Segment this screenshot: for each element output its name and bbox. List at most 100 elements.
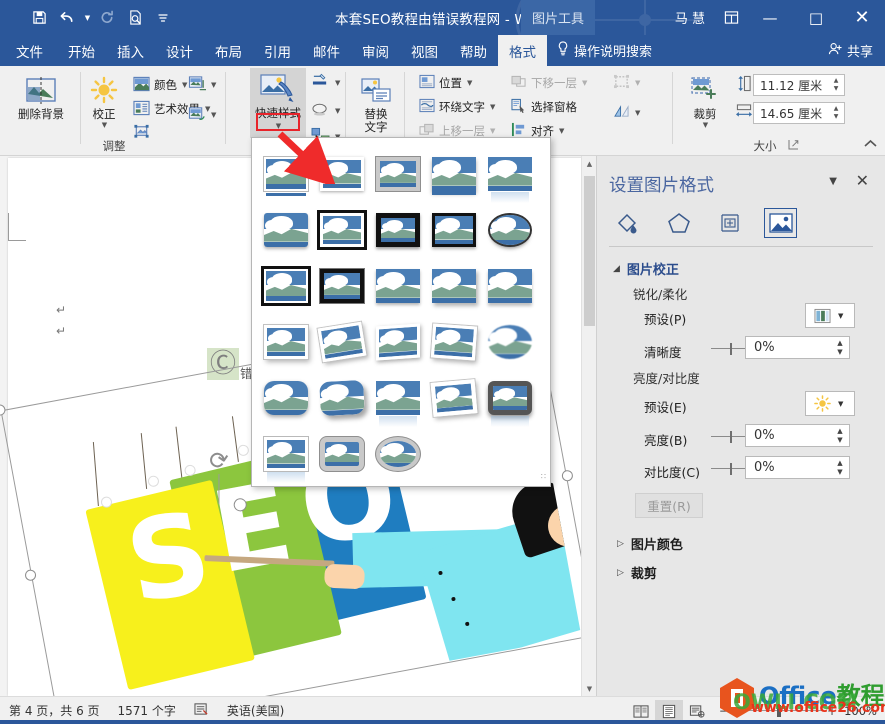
- bring-forward-dropdown-icon[interactable]: ▼: [490, 127, 495, 135]
- sharpness-stepper[interactable]: ▲ ▼: [833, 337, 847, 358]
- picture-effects-dropdown-icon[interactable]: ▼: [335, 107, 340, 115]
- tab-file[interactable]: 文件: [0, 35, 57, 66]
- pane-tab-layout-properties[interactable]: [713, 208, 746, 238]
- section-crop[interactable]: ▷ 裁剪: [617, 563, 657, 582]
- tab-format[interactable]: 格式: [498, 35, 547, 66]
- position-dropdown-icon[interactable]: ▼: [467, 79, 472, 87]
- brightness-presets-dropdown[interactable]: ▼: [805, 391, 855, 416]
- section-picture-corrections[interactable]: ◢ 图片校正: [613, 259, 679, 278]
- contrast-stepper[interactable]: ▲ ▼: [833, 457, 847, 478]
- crop-button[interactable]: 裁剪 ▼: [681, 74, 729, 129]
- gallery-style-item[interactable]: [482, 370, 538, 428]
- redo-icon[interactable]: [94, 5, 120, 31]
- corrections-dropdown-icon[interactable]: ▼: [102, 121, 107, 129]
- tab-design[interactable]: 设计: [155, 35, 204, 66]
- group-dropdown-icon[interactable]: ▼: [635, 79, 640, 87]
- zoom-level[interactable]: 100%: [843, 704, 877, 718]
- pane-options-icon[interactable]: ▼: [829, 176, 837, 187]
- group-objects-button[interactable]: ▼: [610, 72, 643, 94]
- print-layout-icon[interactable]: [654, 700, 683, 722]
- gallery-style-item[interactable]: [482, 146, 538, 204]
- tab-insert[interactable]: 插入: [106, 35, 155, 66]
- tab-layout[interactable]: 布局: [204, 35, 253, 66]
- page-indicator[interactable]: 第 4 页，共 6 页: [0, 702, 109, 719]
- crop-dropdown-icon[interactable]: ▼: [703, 121, 708, 129]
- zoom-slider[interactable]: [734, 705, 821, 717]
- compress-pictures-dropdown-icon[interactable]: ▼: [211, 81, 216, 89]
- undo-dropdown-icon[interactable]: ▼: [82, 5, 92, 31]
- brightness-stepper[interactable]: ▲ ▼: [833, 425, 847, 446]
- customize-quick-access-icon[interactable]: [150, 5, 176, 31]
- gallery-style-item[interactable]: [314, 146, 370, 202]
- corrections-button[interactable]: 校正 ▼: [82, 74, 126, 129]
- section-picture-color[interactable]: ▷ 图片颜色: [617, 534, 683, 553]
- shape-width-stepper[interactable]: ▲ ▼: [829, 103, 843, 123]
- gallery-style-item[interactable]: [370, 202, 426, 258]
- shape-height-stepper[interactable]: ▲ ▼: [829, 75, 843, 95]
- send-backward-button[interactable]: 下移一层 ▼: [508, 72, 590, 94]
- zoom-slider-knob[interactable]: [776, 705, 781, 717]
- size-dialog-launcher[interactable]: [788, 139, 799, 153]
- close-button[interactable]: ✕: [839, 0, 885, 35]
- gallery-style-item[interactable]: [258, 426, 314, 484]
- proofing-errors-icon[interactable]: [185, 702, 218, 719]
- gallery-style-item[interactable]: [258, 314, 314, 370]
- position-button[interactable]: 位置 ▼: [416, 72, 475, 94]
- gallery-style-item[interactable]: [258, 146, 314, 202]
- gallery-style-item[interactable]: [370, 258, 426, 314]
- gallery-style-item[interactable]: [426, 258, 482, 314]
- ribbon-display-options-icon[interactable]: [715, 0, 747, 35]
- read-mode-icon[interactable]: [627, 700, 655, 722]
- sharpness-input[interactable]: 0% ▲ ▼: [745, 336, 850, 359]
- gallery-style-item[interactable]: [314, 202, 370, 258]
- quick-styles-dropdown-icon[interactable]: ▼: [276, 122, 281, 130]
- tell-me-search[interactable]: 操作说明搜索: [557, 35, 652, 66]
- tab-home[interactable]: 开始: [57, 35, 106, 66]
- account-name[interactable]: 马 慧: [665, 8, 715, 27]
- zoom-in-button[interactable]: +: [827, 704, 837, 718]
- gallery-style-item[interactable]: [426, 370, 482, 426]
- gallery-style-item[interactable]: [426, 202, 482, 258]
- tab-references[interactable]: 引用: [253, 35, 302, 66]
- picture-quick-styles-button[interactable]: 快速样式 ▼: [250, 68, 306, 138]
- gallery-style-item[interactable]: [314, 370, 370, 426]
- tab-review[interactable]: 审阅: [351, 35, 400, 66]
- scroll-up-arrow[interactable]: ▲: [582, 156, 597, 171]
- gallery-style-item[interactable]: [314, 426, 370, 482]
- gallery-style-item[interactable]: [426, 146, 482, 202]
- pane-tab-fill-line[interactable]: [611, 208, 644, 238]
- gallery-style-item[interactable]: [482, 202, 538, 258]
- picture-border-dropdown-icon[interactable]: ▼: [335, 79, 340, 87]
- gallery-style-item[interactable]: [370, 146, 426, 202]
- tab-help[interactable]: 帮助: [449, 35, 498, 66]
- tab-mailings[interactable]: 邮件: [302, 35, 351, 66]
- word-count[interactable]: 1571 个字: [109, 702, 185, 719]
- brightness-input[interactable]: 0% ▲ ▼: [745, 424, 850, 447]
- gallery-style-item[interactable]: [314, 258, 370, 314]
- alt-text-button[interactable]: 替换 文字: [348, 74, 404, 134]
- compress-pictures-button[interactable]: ▼: [185, 74, 219, 96]
- undo-icon[interactable]: [54, 5, 80, 31]
- pane-close-icon[interactable]: ✕: [856, 171, 869, 190]
- minimize-button[interactable]: —: [747, 0, 793, 35]
- gallery-style-item[interactable]: [370, 370, 426, 428]
- restore-button[interactable]: □: [793, 0, 839, 35]
- gallery-style-item[interactable]: [370, 314, 426, 370]
- gallery-style-item[interactable]: [482, 314, 538, 370]
- vertical-scrollbar[interactable]: ▲ ▼: [581, 156, 596, 696]
- picture-border-button[interactable]: ▼: [308, 72, 343, 94]
- collapse-ribbon-icon[interactable]: [864, 138, 877, 151]
- wrap-text-button[interactable]: 环绕文字 ▼: [416, 96, 498, 118]
- align-dropdown-icon[interactable]: ▼: [559, 127, 564, 135]
- scroll-down-arrow[interactable]: ▼: [582, 681, 597, 696]
- gallery-resize-grip[interactable]: ∷: [541, 472, 546, 481]
- color-button[interactable]: 颜色 ▼: [130, 74, 190, 96]
- shape-height-input[interactable]: 11.12 厘米 ▲ ▼: [753, 74, 845, 96]
- shape-width-input[interactable]: 14.65 厘米 ▲ ▼: [753, 102, 845, 124]
- scrollbar-thumb[interactable]: [584, 176, 595, 326]
- change-picture-button[interactable]: ▼: [185, 104, 219, 126]
- pane-tab-picture[interactable]: [764, 208, 797, 238]
- gallery-style-item[interactable]: [426, 314, 482, 370]
- gallery-style-item[interactable]: [258, 202, 314, 258]
- pane-tab-effects[interactable]: [662, 208, 695, 238]
